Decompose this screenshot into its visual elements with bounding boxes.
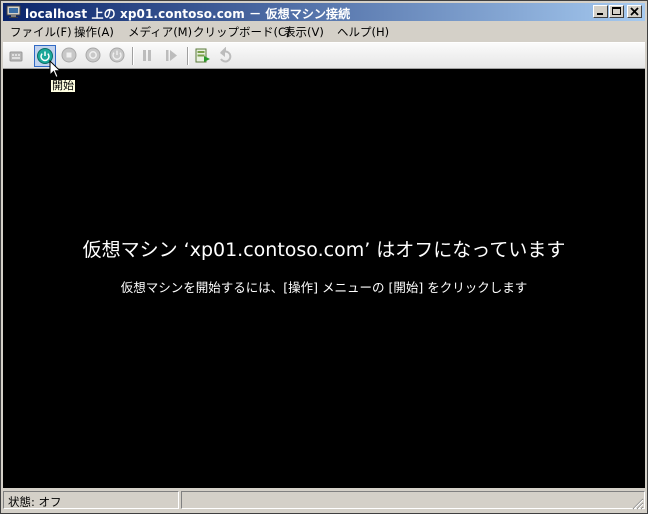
ctrl-alt-del-button[interactable] bbox=[5, 45, 27, 67]
menu-media[interactable]: メディア(M) bbox=[128, 24, 192, 40]
minimize-icon bbox=[597, 13, 603, 15]
status-pane-extra bbox=[181, 491, 645, 509]
toolbar bbox=[3, 42, 645, 69]
maximize-button[interactable] bbox=[609, 5, 624, 18]
menu-bar: ファイル(F) 操作(A) メディア(M) クリップボード(C) 表示(V) ヘ… bbox=[3, 22, 645, 41]
maximize-icon bbox=[612, 7, 621, 15]
turn-off-button[interactable] bbox=[59, 45, 81, 67]
vm-off-message: 仮想マシン ‘xp01.contoso.com’ はオフになっています bbox=[82, 239, 566, 261]
turn-off-icon bbox=[61, 47, 77, 63]
toolbar-separator bbox=[132, 47, 134, 65]
start-tooltip: 開始 bbox=[50, 79, 76, 93]
shutdown-button[interactable] bbox=[83, 45, 105, 67]
close-icon bbox=[630, 7, 639, 16]
vm-connection-window: localhost 上の xp01.contoso.com － 仮想マシン接続 … bbox=[0, 0, 648, 514]
toolbar-separator bbox=[187, 47, 189, 65]
save-state-button[interactable] bbox=[107, 45, 129, 67]
menu-clipboard[interactable]: クリップボード(C) bbox=[193, 24, 291, 40]
menu-action[interactable]: 操作(A) bbox=[74, 24, 114, 40]
ctrl-alt-del-icon bbox=[9, 51, 23, 62]
vm-status: 状態: オフ bbox=[8, 495, 62, 509]
window-title: localhost 上の xp01.contoso.com － 仮想マシン接続 bbox=[25, 7, 351, 21]
pause-button[interactable] bbox=[137, 45, 159, 67]
minimize-button[interactable] bbox=[593, 5, 608, 18]
resize-grip-icon[interactable] bbox=[632, 498, 644, 510]
menu-file[interactable]: ファイル(F) bbox=[10, 24, 72, 40]
revert-button[interactable] bbox=[215, 45, 237, 67]
title-bar[interactable]: localhost 上の xp01.contoso.com － 仮想マシン接続 bbox=[3, 3, 645, 21]
menu-help[interactable]: ヘルプ(H) bbox=[337, 24, 389, 40]
save-state-icon bbox=[109, 47, 125, 63]
resume-icon bbox=[166, 50, 177, 61]
shutdown-icon bbox=[85, 47, 101, 63]
close-button[interactable] bbox=[627, 5, 642, 18]
snapshot-icon bbox=[195, 48, 210, 63]
resume-button[interactable] bbox=[161, 45, 183, 67]
vm-display[interactable]: 仮想マシン ‘xp01.contoso.com’ はオフになっています 仮想マシ… bbox=[3, 69, 645, 488]
mouse-cursor-icon bbox=[49, 60, 61, 79]
start-instruction: 仮想マシンを開始するには、[操作] メニューの [開始] をクリックします bbox=[120, 280, 528, 295]
status-bar: 状態: オフ bbox=[3, 489, 645, 511]
pause-icon bbox=[143, 50, 151, 61]
snapshot-button[interactable] bbox=[192, 45, 214, 67]
status-pane-state: 状態: オフ bbox=[3, 491, 179, 509]
vm-connect-icon bbox=[6, 5, 21, 18]
revert-icon bbox=[220, 47, 232, 63]
menu-view[interactable]: 表示(V) bbox=[284, 24, 324, 40]
